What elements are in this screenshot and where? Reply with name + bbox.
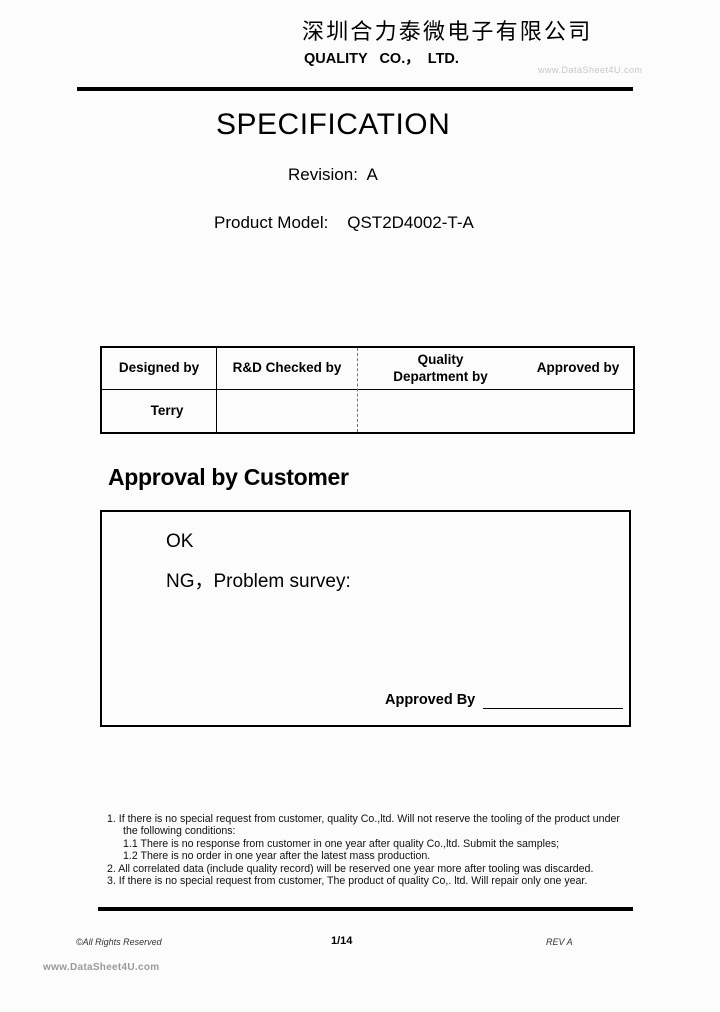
company-name-chinese: 深圳合力泰微电子有限公司 bbox=[302, 20, 593, 45]
ng-option: NG，Problem survey: bbox=[166, 571, 351, 592]
sign-off-table: Designed by R&D Checked by Quality Depar… bbox=[100, 346, 635, 434]
footer-revision: REV A bbox=[546, 937, 573, 947]
customer-approved-by-label: Approved By bbox=[385, 692, 476, 708]
customer-approval-box: OK NG，Problem survey: Approved By bbox=[100, 510, 631, 727]
note-item: 3. If there is no special request from c… bbox=[107, 875, 588, 888]
footer-divider bbox=[98, 907, 633, 911]
ok-option: OK bbox=[166, 531, 194, 552]
page-number: 1/14 bbox=[331, 935, 353, 947]
header-quality-department-by: Quality Department by bbox=[393, 352, 488, 384]
header-divider bbox=[77, 87, 633, 91]
value-quality-department-by bbox=[358, 390, 523, 432]
product-model-line: Product Model: QST2D4002-T-A bbox=[214, 214, 474, 231]
header-designed-by: Designed by bbox=[118, 360, 200, 376]
revision-line: Revision: A bbox=[288, 166, 378, 183]
footer-copyright: ©All Rights Reserved bbox=[76, 937, 162, 947]
product-model-label: Product Model: bbox=[214, 213, 329, 232]
value-rd-checked-by bbox=[217, 390, 357, 432]
note-item: the following conditions: bbox=[123, 825, 236, 838]
note-item: 1.1 There is no response from customer i… bbox=[123, 837, 560, 850]
note-item: 1.2 There is no order in one year after … bbox=[123, 850, 431, 863]
product-model-value: QST2D4002-T-A bbox=[347, 213, 474, 232]
approval-heading: Approval by Customer bbox=[108, 464, 349, 490]
company-name-english: QUALITY CO.， LTD. bbox=[304, 51, 459, 67]
document-title: SPECIFICATION bbox=[216, 108, 451, 141]
notes-list: 1. If there is no special request from c… bbox=[107, 813, 620, 887]
header-rd-checked-by: R&D Checked by bbox=[232, 360, 342, 376]
watermark-text: www.DataSheet4U.com bbox=[538, 65, 643, 75]
value-approved-by bbox=[523, 390, 633, 432]
header-approved-by: Approved by bbox=[536, 360, 620, 376]
value-designed-by: Terry bbox=[150, 402, 184, 418]
revision-label: Revision: bbox=[288, 165, 358, 184]
signature-line bbox=[483, 708, 623, 709]
revision-value: A bbox=[366, 165, 378, 184]
footer-site-link[interactable]: www.DataSheet4U.com bbox=[43, 962, 159, 973]
note-item: 1. If there is no special request from c… bbox=[107, 813, 620, 825]
note-item: 2. All correlated data (include quality … bbox=[107, 862, 594, 875]
